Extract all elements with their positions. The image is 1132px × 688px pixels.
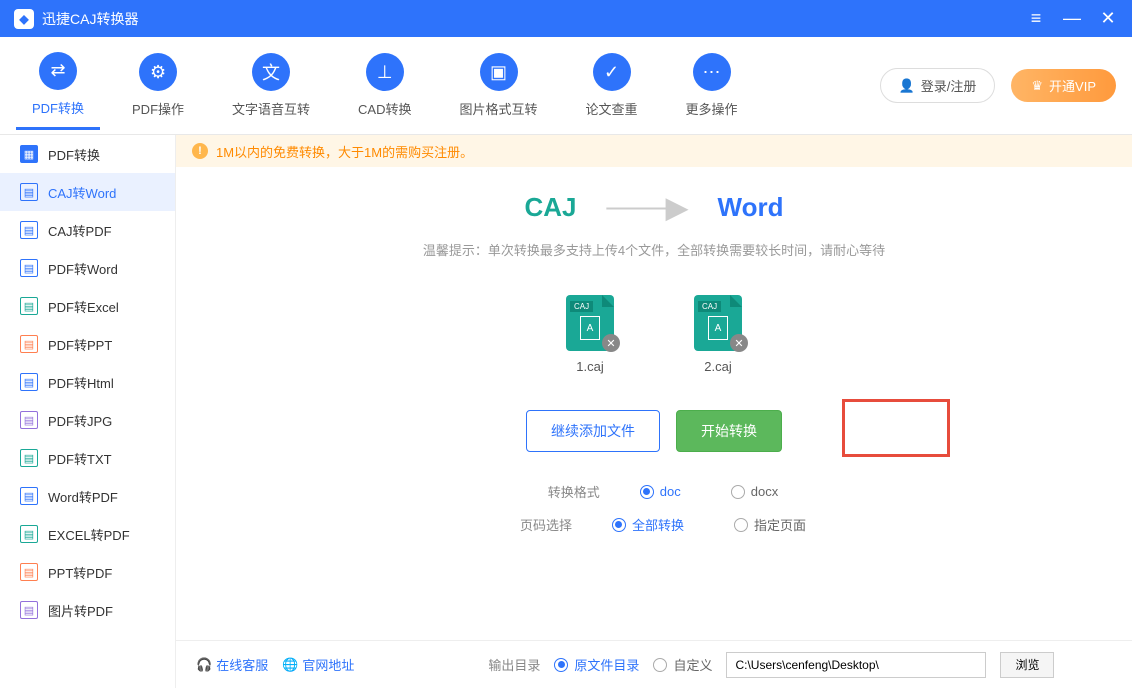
convert-from: CAJ (524, 192, 576, 223)
image-icon: ▣ (480, 53, 518, 91)
sidebar-item-label: PDF转Word (48, 259, 118, 278)
sidebar-item-label: PDF转TXT (48, 449, 112, 468)
file-type-icon: ▤ (20, 183, 38, 201)
sidebar-item-10[interactable]: ▤ PPT转PDF (0, 553, 175, 591)
file-item-0: CAJA✕1.caj (566, 295, 614, 374)
convert-to: Word (718, 192, 784, 223)
sidebar-item-label: PDF转Excel (48, 297, 119, 316)
file-type-icon: ▤ (20, 221, 38, 239)
tab-label: CAD转换 (358, 99, 411, 118)
tab-label: 文字语音互转 (232, 99, 310, 118)
tab-pdf-convert[interactable]: ⇄ PDF转换 (16, 42, 100, 130)
swap-icon: ⇄ (39, 52, 77, 90)
tab-label: 更多操作 (686, 99, 738, 118)
tab-label: PDF转换 (32, 98, 84, 117)
file-type-icon: ▤ (20, 373, 38, 391)
radio-all-pages[interactable]: 全部转换 (612, 515, 684, 534)
sidebar-item-label: EXCEL转PDF (48, 525, 130, 544)
arrow-right-icon: ───▶ (607, 191, 688, 224)
customer-service-link[interactable]: 🎧在线客服 (196, 655, 268, 674)
sidebar-item-4[interactable]: ▤ PDF转PPT (0, 325, 175, 363)
tip-text: 温馨提示：单次转换最多支持上传4个文件，全部转换需要较长时间，请耐心等待 (216, 240, 1092, 259)
cad-icon: ⊥ (366, 53, 404, 91)
headset-icon: 🎧 (196, 657, 212, 673)
notice-bar: ! 1M以内的免费转换，大于1M的需购买注册。 (176, 135, 1132, 167)
start-convert-button[interactable]: 开始转换 (676, 410, 782, 452)
file-type-icon: ▤ (20, 449, 38, 467)
file-type-icon: ▤ (20, 297, 38, 315)
browse-button[interactable]: 浏览 (1000, 652, 1054, 678)
format-label: 转换格式 (530, 482, 600, 501)
menu-icon[interactable]: ≡ (1026, 9, 1046, 29)
login-button[interactable]: 👤 登录/注册 (880, 68, 996, 103)
notice-text: 1M以内的免费转换，大于1M的需购买注册。 (216, 142, 473, 161)
tab-thesis-check[interactable]: ✓ 论文查重 (570, 43, 654, 128)
sidebar-item-label: PDF转PPT (48, 335, 112, 354)
sidebar-item-5[interactable]: ▤ PDF转Html (0, 363, 175, 401)
user-icon: 👤 (899, 78, 915, 94)
radio-doc[interactable]: doc (640, 484, 681, 499)
sidebar-item-label: PDF转Html (48, 373, 114, 392)
sidebar-item-label: 图片转PDF (48, 601, 113, 620)
file-type-icon: ▤ (20, 601, 38, 619)
radio-custom-dir[interactable]: 自定义 (653, 655, 712, 674)
sidebar-item-2[interactable]: ▤ PDF转Word (0, 249, 175, 287)
file-item-1: CAJA✕2.caj (694, 295, 742, 374)
file-type-icon: ▤ (20, 525, 38, 543)
sidebar-item-1[interactable]: ▤ CAJ转PDF (0, 211, 175, 249)
sidebar-item-label: PPT转PDF (48, 563, 112, 582)
tab-label: 图片格式互转 (460, 99, 538, 118)
file-type-icon: ▤ (20, 563, 38, 581)
sidebar-item-0[interactable]: ▤ CAJ转Word (0, 173, 175, 211)
sidebar-item-label: CAJ转PDF (48, 221, 112, 240)
crown-icon: ♛ (1031, 78, 1043, 94)
file-type-icon: ▤ (20, 259, 38, 277)
app-logo-icon: ◆ (14, 9, 34, 29)
app-title: 迅捷CAJ转换器 (42, 9, 138, 29)
remove-file-button[interactable]: ✕ (730, 334, 748, 352)
tab-text-audio[interactable]: 文 文字语音互转 (216, 43, 326, 128)
output-dir-label: 输出目录 (488, 655, 540, 674)
radio-docx[interactable]: docx (731, 484, 778, 499)
sidebar-item-8[interactable]: ▤ Word转PDF (0, 477, 175, 515)
output-path-input[interactable] (726, 652, 986, 678)
gear-icon: ⚙ (139, 53, 177, 91)
radio-orig-dir[interactable]: 原文件目录 (554, 655, 639, 674)
file-name: 2.caj (704, 359, 731, 374)
sidebar-item-3[interactable]: ▤ PDF转Excel (0, 287, 175, 325)
add-files-button[interactable]: 继续添加文件 (526, 410, 660, 452)
official-site-link[interactable]: 🌐官网地址 (282, 655, 354, 674)
file-name: 1.caj (576, 359, 603, 374)
tab-label: 论文查重 (586, 99, 638, 118)
tab-more[interactable]: ⋯ 更多操作 (670, 43, 754, 128)
sidebar-header[interactable]: ▦ PDF转换 (0, 135, 175, 173)
sidebar-item-6[interactable]: ▤ PDF转JPG (0, 401, 175, 439)
sidebar-item-label: CAJ转Word (48, 183, 116, 202)
file-type-icon: ▤ (20, 487, 38, 505)
sidebar-item-9[interactable]: ▤ EXCEL转PDF (0, 515, 175, 553)
tab-label: PDF操作 (132, 99, 184, 118)
file-type-icon: ▤ (20, 335, 38, 353)
globe-icon: 🌐 (282, 657, 298, 673)
minimize-button[interactable]: — (1062, 9, 1082, 29)
info-icon: ! (192, 143, 208, 159)
more-icon: ⋯ (693, 53, 731, 91)
grid-icon: ▦ (20, 145, 38, 163)
check-icon: ✓ (593, 53, 631, 91)
remove-file-button[interactable]: ✕ (602, 334, 620, 352)
sidebar-item-7[interactable]: ▤ PDF转TXT (0, 439, 175, 477)
sidebar-item-11[interactable]: ▤ 图片转PDF (0, 591, 175, 629)
sidebar-item-label: Word转PDF (48, 487, 118, 506)
text-icon: 文 (252, 53, 290, 91)
radio-custom-pages[interactable]: 指定页面 (734, 515, 806, 534)
pages-label: 页码选择 (502, 515, 572, 534)
close-button[interactable]: ✕ (1098, 9, 1118, 29)
tab-cad-convert[interactable]: ⊥ CAD转换 (342, 43, 427, 128)
file-type-icon: ▤ (20, 411, 38, 429)
sidebar-item-label: PDF转JPG (48, 411, 112, 430)
tab-image-convert[interactable]: ▣ 图片格式互转 (444, 43, 554, 128)
vip-button[interactable]: ♛ 开通VIP (1011, 69, 1116, 102)
tab-pdf-operate[interactable]: ⚙ PDF操作 (116, 43, 200, 128)
